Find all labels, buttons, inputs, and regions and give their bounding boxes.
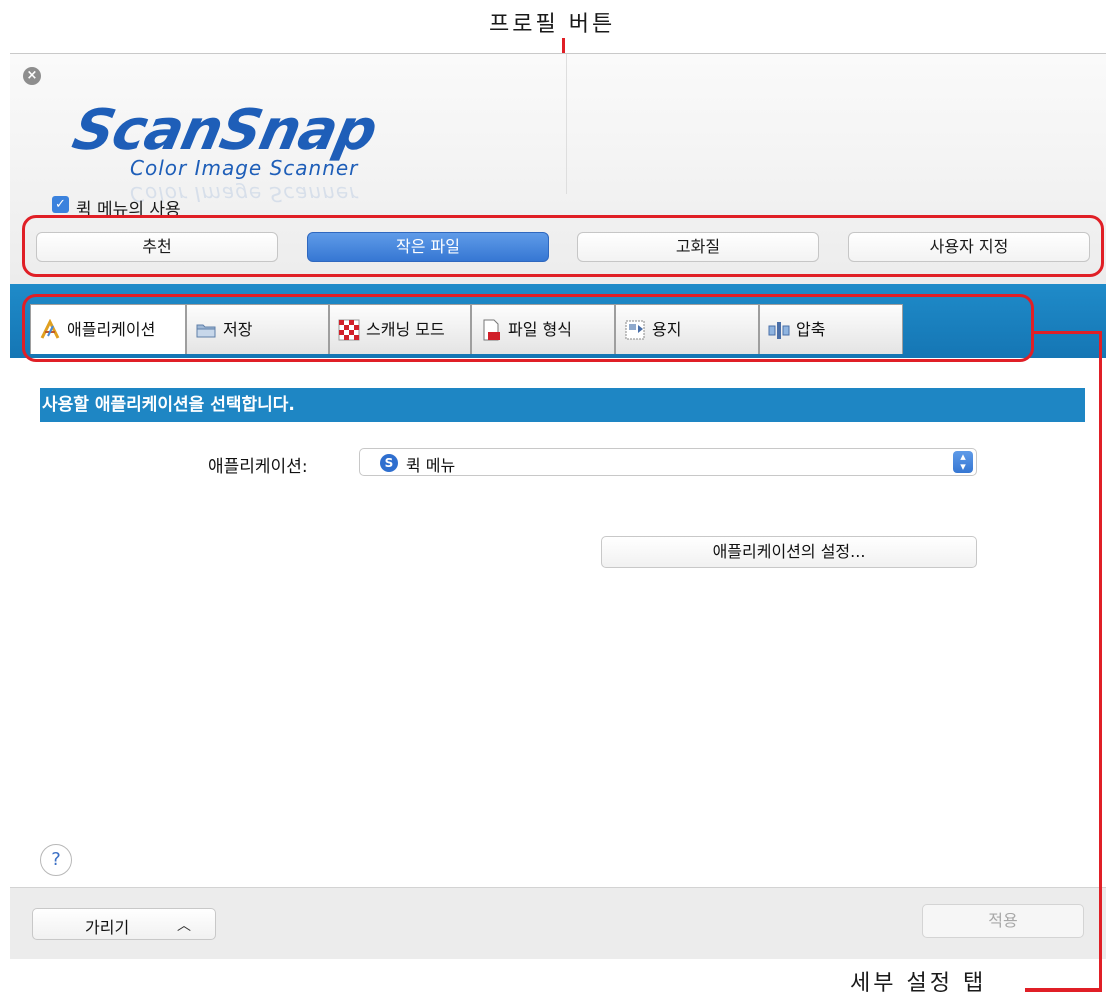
apply-button[interactable]: 적용 — [922, 904, 1084, 938]
hide-button[interactable]: 가리기 ︿ — [32, 908, 216, 940]
quick-menu-checkbox[interactable]: ✓ — [52, 196, 69, 213]
profile-buttons-callout: 프로필 버튼 — [489, 12, 616, 37]
hide-button-label: 가리기 — [85, 918, 130, 937]
callout-line-right-horizontal — [1034, 331, 1102, 334]
application-select[interactable]: S 퀵 메뉴 ▴ ▾ — [359, 448, 977, 476]
callout-line-bottom-horizontal — [1025, 988, 1102, 992]
scansnap-settings-window: × ScanSnap Color Image Scanner Color Ima… — [10, 53, 1106, 959]
select-stepper-icon[interactable]: ▴ ▾ — [953, 451, 973, 473]
callout-line-right-vertical — [1099, 331, 1102, 992]
panel-divider — [566, 54, 567, 194]
detail-tabs-highlight — [22, 294, 1034, 362]
chevron-up-icon: ︿ — [177, 918, 191, 934]
scansnap-s-icon: S — [380, 454, 398, 472]
section-header: 사용할 애플리케이션을 선택합니다. — [40, 388, 1085, 422]
detail-tabs-callout: 세부 설정 탭 — [850, 971, 987, 996]
application-label: 애플리케이션: — [208, 457, 308, 477]
footer-bar: 가리기 ︿ 적용 — [10, 887, 1106, 959]
application-select-value: 퀵 메뉴 — [406, 456, 456, 475]
help-icon[interactable]: ? — [40, 844, 72, 876]
application-settings-button[interactable]: 애플리케이션의 설정... — [601, 536, 977, 568]
logo-sub-text: Color Image Scanner — [130, 156, 359, 180]
close-icon[interactable]: × — [23, 67, 41, 85]
profile-buttons-highlight — [22, 215, 1104, 277]
logo-main-text: ScanSnap — [67, 98, 383, 163]
